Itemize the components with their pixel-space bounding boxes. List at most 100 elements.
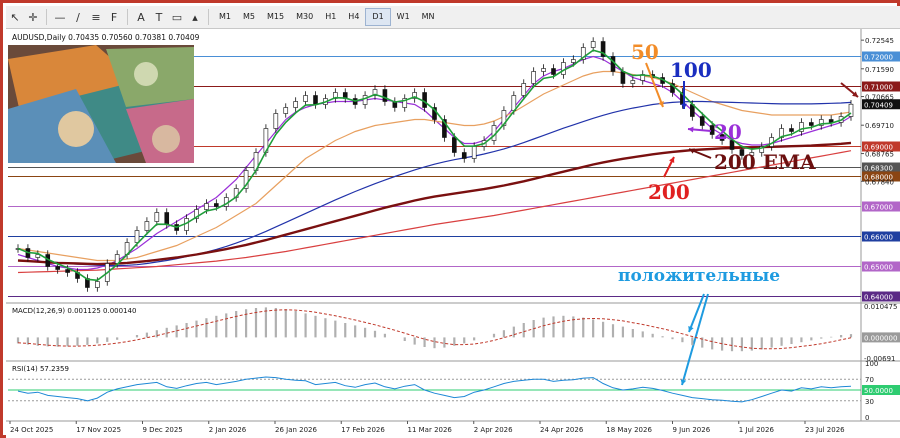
candle-body xyxy=(65,269,70,273)
symbol-info: AUDUSD,Daily 0.70435 0.70560 0.70381 0.7… xyxy=(12,33,200,42)
toolbar-separator xyxy=(46,9,47,25)
text-icon[interactable]: A xyxy=(132,8,150,26)
time-tick-label: 11 Mar 2026 xyxy=(408,426,453,434)
annotation-200: 200 xyxy=(648,180,690,204)
candle-body xyxy=(789,128,794,132)
candle-body xyxy=(571,59,576,63)
annotation-positive: положительные xyxy=(618,266,780,286)
price-level-label: 0.71000 xyxy=(864,84,893,92)
toolbar: ↖ ✛ — ∕ ≡ F A T ▭ ▴ M1 M5 M15 M30 H1 H4 D1 W1 MN xyxy=(6,6,900,29)
trendline-icon[interactable]: ∕ xyxy=(69,8,87,26)
candle-body xyxy=(610,56,616,72)
price-tick-label: 0.69710 xyxy=(865,122,894,130)
candle-body xyxy=(422,92,427,108)
time-tick-label: 9 Dec 2025 xyxy=(143,426,183,434)
price-level-label: 0.72000 xyxy=(864,54,893,62)
price-tick-label: 0.71590 xyxy=(865,66,894,74)
toolbar-separator xyxy=(127,9,128,25)
toolbar-separator xyxy=(208,9,209,25)
annotation-100: 100 xyxy=(670,58,712,82)
candle-body xyxy=(620,71,626,84)
drawing-tools: ↖ ✛ — ∕ ≡ F A T ▭ ▴ xyxy=(6,8,204,26)
candle-body xyxy=(809,122,814,126)
rsi-tick-label: 70 xyxy=(865,376,874,384)
timeframe-m30[interactable]: M30 xyxy=(290,9,319,25)
candle-body xyxy=(561,62,566,75)
candle-body xyxy=(293,101,298,108)
candle-body xyxy=(164,212,170,225)
rectangle-icon[interactable]: ▭ xyxy=(168,8,186,26)
candle-body xyxy=(283,107,289,114)
rsi-50-label: 50.0000 xyxy=(864,387,893,395)
time-tick-label: 9 Jun 2026 xyxy=(673,426,711,434)
channel-icon[interactable]: ≡ xyxy=(87,8,105,26)
shapes-icon[interactable]: ▴ xyxy=(186,8,204,26)
candle-body xyxy=(362,95,368,105)
currency-banknotes-image xyxy=(8,45,194,163)
candle-body xyxy=(521,83,527,96)
time-tick-label: 18 May 2026 xyxy=(606,426,652,434)
candle-body xyxy=(699,116,705,126)
timeframe-m5[interactable]: M5 xyxy=(237,9,261,25)
time-tick-label: 26 Jan 2026 xyxy=(275,426,318,434)
timeframe-m15[interactable]: M15 xyxy=(261,9,290,25)
time-tick-label: 1 Jul 2026 xyxy=(739,426,775,434)
rsi-tick-label: 30 xyxy=(865,398,874,406)
macd-label: MACD(12,26,9) 0.001125 0.000140 xyxy=(12,307,136,315)
candle-body xyxy=(630,80,636,84)
crosshair-icon[interactable]: ✛ xyxy=(24,8,42,26)
timeframe-mn[interactable]: MN xyxy=(416,9,441,25)
candle-body xyxy=(551,68,556,75)
time-tick-label: 24 Oct 2025 xyxy=(10,426,53,434)
candle-body xyxy=(134,230,140,243)
candle-body xyxy=(471,146,477,159)
cursor-icon[interactable]: ↖ xyxy=(6,8,24,26)
candle-body xyxy=(144,221,150,231)
macd-zero-label: 0.000000 xyxy=(864,335,897,343)
time-tick-label: 2 Apr 2026 xyxy=(474,426,513,434)
fibonacci-icon[interactable]: F xyxy=(105,8,123,26)
candle-body xyxy=(204,203,209,210)
annotation-20: 20 xyxy=(714,120,742,144)
price-level-label: 0.64000 xyxy=(864,294,893,302)
candle-body xyxy=(154,212,160,222)
current-price-label: 0.70409 xyxy=(864,101,893,109)
horizontal-line-icon[interactable]: — xyxy=(51,8,69,26)
annotation-200-ema: 200 EMA xyxy=(714,150,816,174)
candle-body xyxy=(303,95,308,102)
price-level-label: 0.67000 xyxy=(864,204,893,212)
timeframe-d1[interactable]: D1 xyxy=(365,8,391,26)
timeframe-m1[interactable]: M1 xyxy=(213,9,237,25)
price-chart[interactable]: 0.720000.710000.690000.683000.680000.670… xyxy=(6,29,900,438)
time-tick-label: 17 Nov 2025 xyxy=(76,426,121,434)
time-tick-label: 17 Feb 2026 xyxy=(341,426,385,434)
price-level-label: 0.66000 xyxy=(864,234,893,242)
annotation-50: 50 xyxy=(631,40,659,64)
candle-body xyxy=(590,41,596,48)
rsi-tick-label: 100 xyxy=(865,360,878,368)
time-tick-label: 23 Jul 2026 xyxy=(805,426,845,434)
candle-body xyxy=(273,113,279,129)
candle-body xyxy=(452,137,457,153)
timeframe-h1[interactable]: H1 xyxy=(319,9,342,25)
candle-body xyxy=(55,266,60,270)
candle-body xyxy=(95,281,100,288)
candle-body xyxy=(541,68,546,72)
candle-body xyxy=(461,152,467,159)
time-tick-label: 24 Apr 2026 xyxy=(540,426,584,434)
candle-body xyxy=(531,71,536,84)
label-icon[interactable]: T xyxy=(150,8,168,26)
timeframe-h4[interactable]: H4 xyxy=(342,9,365,25)
candle-body xyxy=(214,203,219,207)
timeframe-w1[interactable]: W1 xyxy=(391,9,416,25)
rsi-label: RSI(14) 57.2359 xyxy=(12,365,69,373)
candle-body xyxy=(382,89,388,102)
candle-body xyxy=(313,95,318,105)
price-tick-label: 0.67840 xyxy=(865,178,894,186)
price-tick-label: 0.72545 xyxy=(865,37,894,45)
timeframe-bar: M1 M5 M15 M30 H1 H4 D1 W1 MN xyxy=(213,8,441,26)
price-tick-label: 0.68765 xyxy=(865,151,894,159)
macd-tick-label: 0.010475 xyxy=(864,303,897,311)
chart-window-frame: ↖ ✛ — ∕ ≡ F A T ▭ ▴ M1 M5 M15 M30 H1 H4 D1 W1 MN 0.72000 0… xyxy=(0,0,900,438)
rsi-tick-label: 0 xyxy=(865,414,869,422)
